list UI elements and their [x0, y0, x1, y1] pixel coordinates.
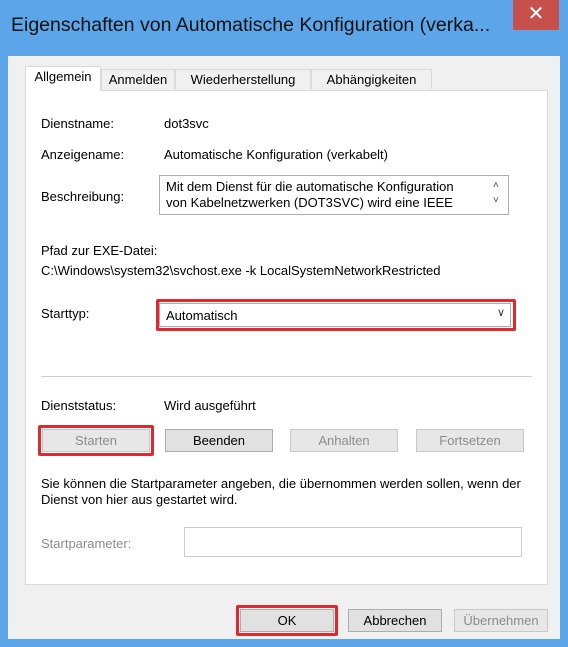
cancel-button[interactable]: Abbrechen: [348, 609, 442, 632]
service-name-label: Dienstname:: [41, 116, 114, 131]
service-status-label: Dienststatus:: [41, 398, 117, 413]
divider: [41, 376, 532, 377]
close-button[interactable]: ✕: [513, 0, 559, 30]
start-params-label: Startparameter:: [41, 536, 132, 551]
display-name-value: Automatische Konfiguration (verkabelt): [164, 147, 389, 162]
start-params-input[interactable]: [184, 527, 522, 557]
start-params-hint: Sie können die Startparameter angeben, d…: [41, 476, 521, 507]
pause-button[interactable]: Anhalten: [290, 429, 398, 452]
properties-window: Eigenschaften von Automatische Konfigura…: [0, 0, 568, 647]
general-panel: Dienstname: dot3svc Anzeigename: Automat…: [25, 90, 548, 585]
stop-button[interactable]: Beenden: [165, 429, 273, 452]
ok-button[interactable]: OK: [240, 609, 334, 632]
description-box[interactable]: Mit dem Dienst für die automatische Konf…: [159, 175, 509, 215]
dialog-client: Allgemein Anmelden Wiederherstellung Abh…: [8, 56, 560, 639]
resume-button[interactable]: Fortsetzen: [416, 429, 524, 452]
apply-button[interactable]: Übernehmen: [454, 609, 548, 632]
display-name-label: Anzeigename:: [41, 147, 125, 162]
chevron-down-icon: ∨: [496, 307, 505, 319]
scroll-down-icon[interactable]: ˅: [493, 195, 499, 206]
service-status-value: Wird ausgeführt: [164, 398, 256, 413]
tab-logon[interactable]: Anmelden: [101, 69, 175, 89]
path-value: C:\Windows\system32\svchost.exe -k Local…: [41, 263, 441, 278]
startup-type-value: Automatisch: [166, 308, 238, 323]
startup-type-select[interactable]: Automatisch ∨: [159, 303, 511, 327]
tab-general[interactable]: Allgemein: [25, 66, 101, 91]
tab-dependencies[interactable]: Abhängigkeiten: [311, 69, 432, 89]
description-label: Beschreibung:: [41, 189, 125, 204]
path-label: Pfad zur EXE-Datei:: [41, 243, 158, 258]
startup-type-label: Starttyp:: [41, 306, 90, 321]
start-button[interactable]: Starten: [42, 429, 150, 452]
description-text: Mit dem Dienst für die automatische Konf…: [166, 179, 454, 210]
close-icon: ✕: [527, 3, 545, 25]
description-scrollbar[interactable]: ˄ ˅: [490, 178, 506, 212]
service-name-value: dot3svc: [164, 116, 209, 131]
window-title: Eigenschaften von Automatische Konfigura…: [11, 14, 491, 36]
title-bar[interactable]: Eigenschaften von Automatische Konfigura…: [0, 0, 568, 56]
scroll-up-icon[interactable]: ˄: [493, 180, 499, 191]
tab-recovery[interactable]: Wiederherstellung: [175, 69, 311, 89]
